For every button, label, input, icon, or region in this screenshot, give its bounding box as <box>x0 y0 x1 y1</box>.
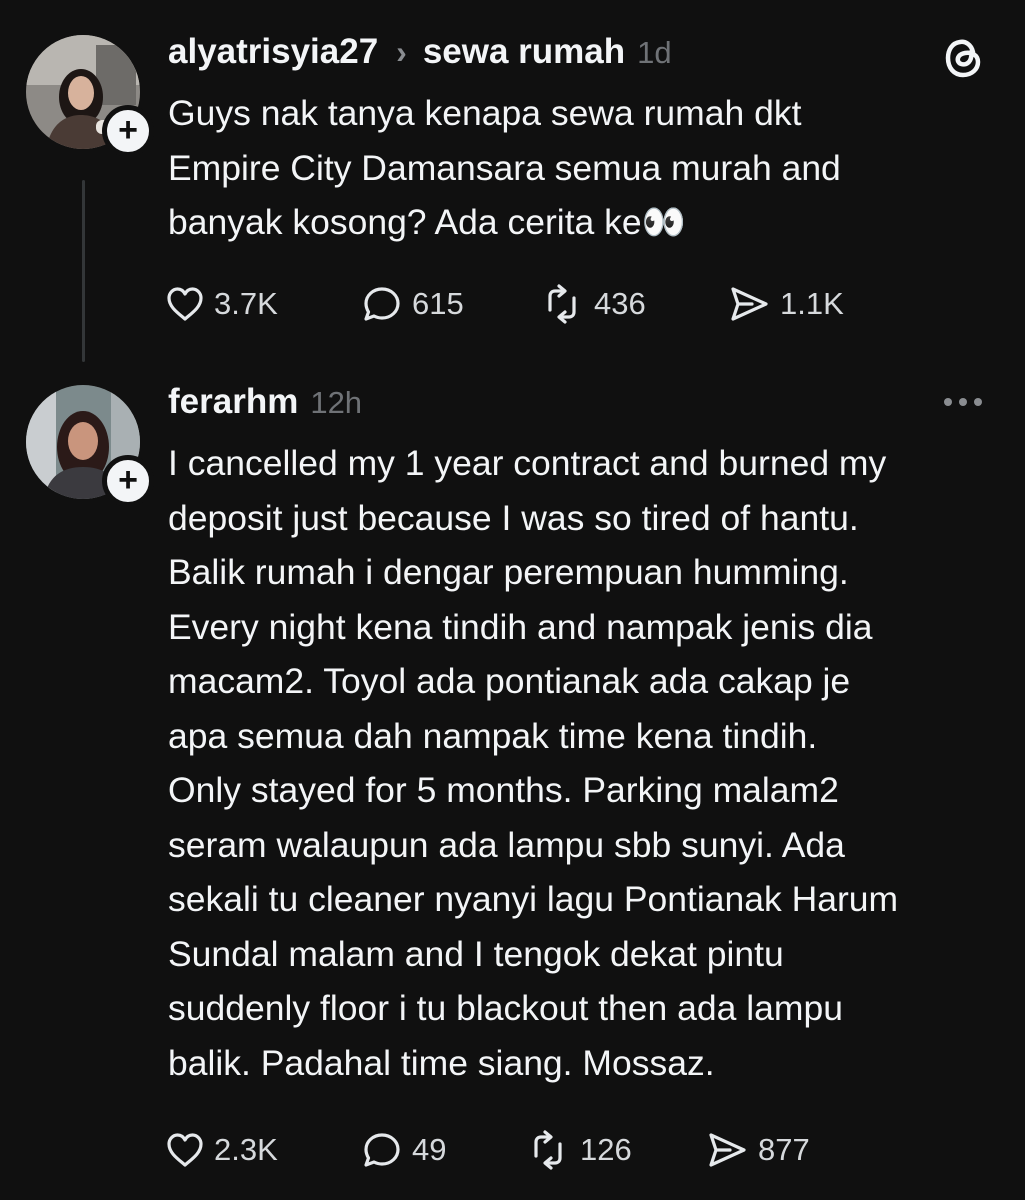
reply-button[interactable]: 615 <box>362 282 464 326</box>
thread-post-original: + alyatrisyia27 › sewa rumah 1d Guys nak… <box>0 0 1025 370</box>
share-button[interactable]: 877 <box>706 1128 810 1172</box>
post-timestamp: 1d <box>637 35 672 70</box>
repost-arrows-icon <box>534 1130 562 1170</box>
repost-button[interactable]: 126 <box>526 1128 632 1172</box>
post-text: Guys nak tanya kenapa sewa rumah dkt Emp… <box>168 93 841 242</box>
share-count: 877 <box>758 1132 810 1167</box>
username-link[interactable]: ferarhm <box>168 382 298 422</box>
post-header: ferarhm 12h <box>168 382 362 426</box>
avatar-alyatrisyia27[interactable]: + <box>26 35 154 157</box>
reply-count: 615 <box>412 286 464 321</box>
repost-count: 126 <box>580 1132 632 1167</box>
avatar-ferarhm[interactable]: + <box>26 385 154 507</box>
follow-plus-button[interactable]: + <box>102 105 154 157</box>
topic-tag-link[interactable]: sewa rumah <box>423 32 625 72</box>
like-count: 3.7K <box>214 286 278 321</box>
reply-button[interactable]: 49 <box>362 1128 446 1172</box>
repost-button[interactable]: 436 <box>540 282 646 326</box>
like-count: 2.3K <box>214 1132 278 1167</box>
follow-plus-button[interactable]: + <box>102 455 154 507</box>
username-link[interactable]: alyatrisyia27 <box>168 32 378 72</box>
share-count: 1.1K <box>780 286 844 321</box>
post-header: alyatrisyia27 › sewa rumah 1d <box>168 32 672 76</box>
heart-icon <box>167 1133 203 1167</box>
repost-arrows-icon <box>548 284 576 324</box>
comment-bubble-icon <box>364 287 400 321</box>
heart-icon <box>167 287 203 321</box>
thread-connector-line <box>82 180 85 362</box>
reply-count: 49 <box>412 1132 447 1167</box>
like-button[interactable]: 3.7K <box>166 282 278 326</box>
post-text: I cancelled my 1 year contract and burne… <box>168 443 899 1083</box>
like-button[interactable]: 2.3K <box>166 1128 278 1172</box>
comment-bubble-icon <box>364 1133 400 1167</box>
thread-post-reply: + ferarhm 12h I cancelled my 1 year cont… <box>0 370 1025 1200</box>
more-horizontal-icon[interactable] <box>940 392 986 412</box>
repost-count: 436 <box>594 286 646 321</box>
chevron-right-icon: › <box>396 34 407 70</box>
post-timestamp: 12h <box>310 385 363 420</box>
send-paper-plane-icon <box>731 287 768 321</box>
share-button[interactable]: 1.1K <box>728 282 844 326</box>
send-paper-plane-icon <box>709 1133 746 1167</box>
